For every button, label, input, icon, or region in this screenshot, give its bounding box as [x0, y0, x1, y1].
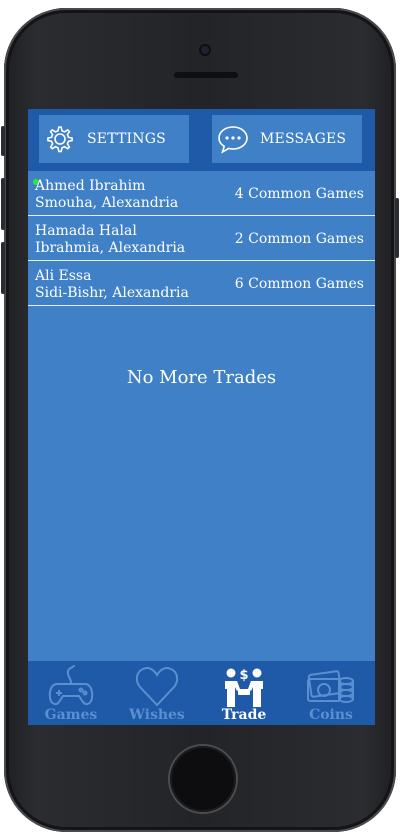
trade-list: Ahmed Ibrahim Smouha, Alexandria 4 Commo…	[28, 171, 375, 306]
volume-down-button	[1, 242, 5, 294]
settings-button[interactable]: SETTINGS	[39, 115, 189, 163]
tab-wishes[interactable]: Wishes	[114, 661, 200, 725]
top-bar: SETTINGS MESSAGES	[28, 109, 375, 171]
tab-trade-label: Trade	[221, 707, 267, 723]
power-button	[395, 198, 399, 258]
tab-games-label: Games	[44, 707, 98, 723]
coins-icon	[307, 670, 354, 703]
empty-state-message: No More Trades	[126, 367, 277, 388]
trader-location: Sidi-Bishr, Alexandria	[35, 285, 189, 301]
svg-text:$: $	[239, 668, 248, 683]
chat-bubble-icon	[218, 126, 248, 154]
volume-up-button	[1, 178, 5, 230]
heart-icon	[135, 666, 179, 707]
tab-wishes-label: Wishes	[129, 707, 185, 723]
earpiece-speaker	[174, 72, 238, 78]
front-camera	[201, 46, 209, 54]
common-games-count: 4 Common Games	[234, 186, 364, 202]
gamepad-icon	[48, 665, 94, 706]
app-screen: SETTINGS MESSAGES Ahmed Ibrahim Smouha, …	[28, 109, 375, 725]
trade-row[interactable]: Hamada Halal Ibrahmia, Alexandria 2 Comm…	[28, 216, 375, 261]
messages-label: MESSAGES	[260, 131, 347, 147]
tab-coins-label: Coins	[309, 707, 353, 723]
home-button[interactable]	[170, 746, 236, 812]
bottom-tab-bar: Games Wishes $ Trade Coins	[28, 661, 375, 725]
trade-row[interactable]: Ali Essa Sidi-Bishr, Alexandria 6 Common…	[28, 261, 375, 306]
mute-switch	[1, 126, 5, 156]
gear-icon	[47, 126, 73, 153]
trader-location: Smouha, Alexandria	[35, 195, 179, 211]
tab-trade[interactable]: $ Trade	[201, 661, 287, 725]
tab-coins[interactable]: Coins	[288, 661, 374, 725]
trade-people-icon: $	[225, 668, 263, 707]
messages-button[interactable]: MESSAGES	[212, 115, 362, 163]
trader-name: Hamada Halal	[35, 223, 137, 239]
trader-name: Ali Essa	[35, 268, 92, 284]
settings-label: SETTINGS	[87, 131, 166, 147]
trade-row[interactable]: Ahmed Ibrahim Smouha, Alexandria 4 Commo…	[28, 171, 375, 216]
tab-games[interactable]: Games	[28, 661, 114, 725]
trader-location: Ibrahmia, Alexandria	[35, 240, 186, 256]
common-games-count: 6 Common Games	[234, 276, 364, 292]
trader-name: Ahmed Ibrahim	[35, 178, 146, 194]
common-games-count: 2 Common Games	[234, 231, 364, 247]
